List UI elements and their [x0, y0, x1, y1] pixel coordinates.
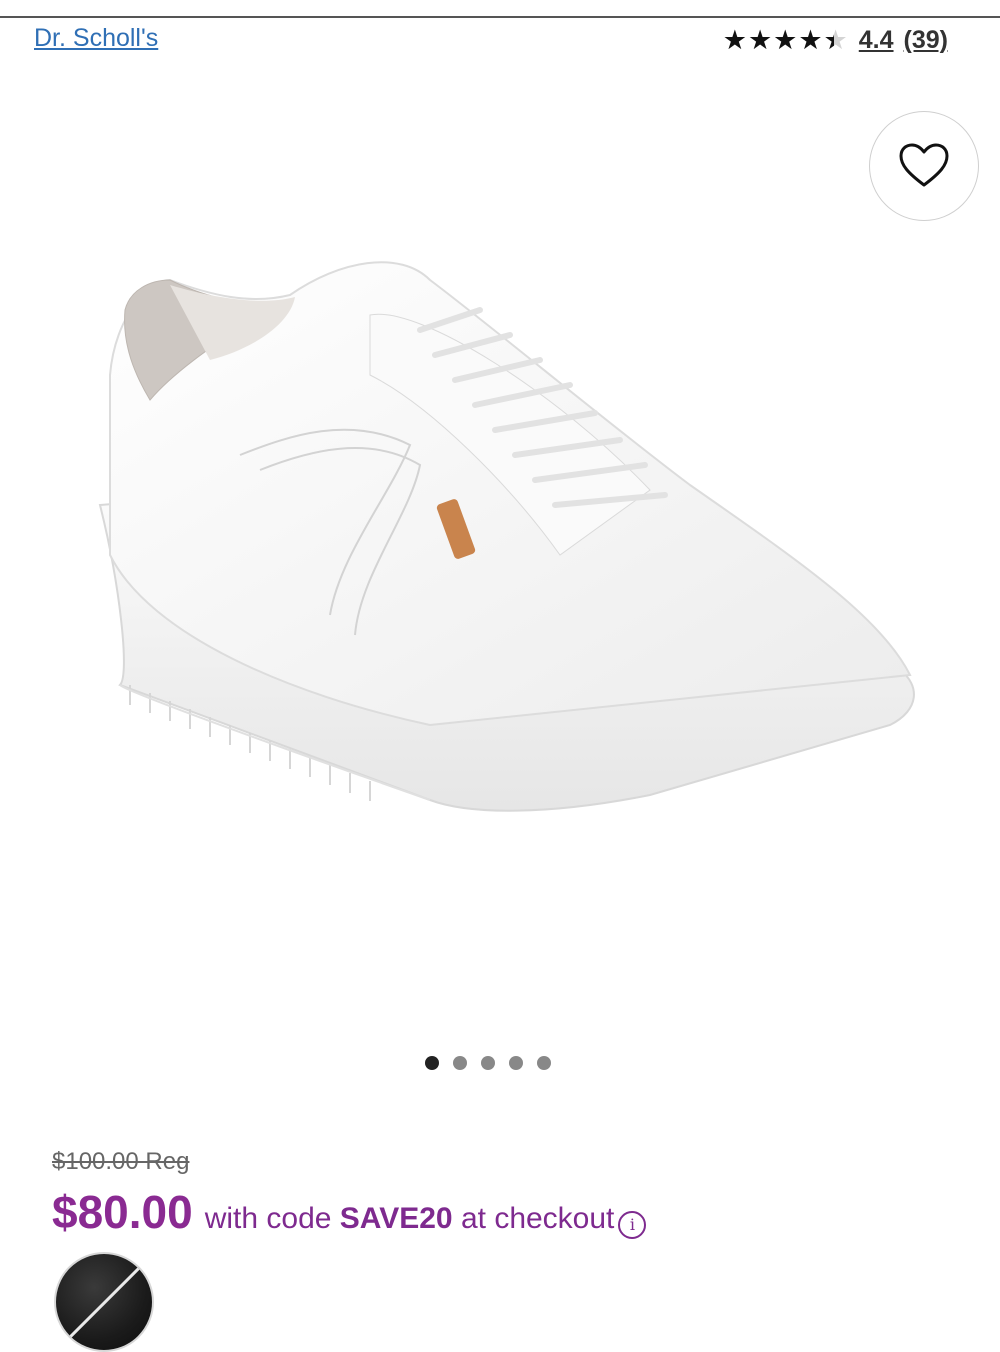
- brand-link[interactable]: Dr. Scholl's: [34, 24, 158, 53]
- top-divider: [0, 16, 1000, 18]
- review-count[interactable]: (39): [904, 26, 948, 55]
- carousel-dot[interactable]: [425, 1056, 439, 1070]
- heart-icon: [899, 143, 949, 187]
- carousel-dot[interactable]: [537, 1056, 551, 1070]
- favorite-button[interactable]: [869, 111, 979, 221]
- promo-code: SAVE20: [339, 1202, 453, 1235]
- regular-price: $100.00 Reg: [52, 1148, 190, 1175]
- sale-price: $80.00: [52, 1186, 193, 1238]
- info-icon[interactable]: i: [618, 1210, 647, 1239]
- star-rating: ★★★★★ ★★★★★: [722, 24, 849, 55]
- promo-text: with code SAVE20 at checkout i: [204, 1202, 647, 1239]
- carousel-dot[interactable]: [509, 1056, 523, 1070]
- product-image[interactable]: [90, 255, 930, 845]
- carousel-dot[interactable]: [453, 1056, 467, 1070]
- promo-suffix: at checkout: [452, 1202, 615, 1235]
- carousel-dot[interactable]: [481, 1056, 495, 1070]
- promo-price-row: $80.00 with code SAVE20 at checkout i: [52, 1185, 647, 1239]
- rating-summary[interactable]: ★★★★★ ★★★★★ 4.4 (39): [723, 22, 948, 58]
- rating-value[interactable]: 4.4: [859, 26, 894, 55]
- color-swatch-black[interactable]: [54, 1252, 154, 1352]
- promo-prefix: with code: [204, 1202, 340, 1235]
- carousel-indicators[interactable]: [425, 1056, 551, 1070]
